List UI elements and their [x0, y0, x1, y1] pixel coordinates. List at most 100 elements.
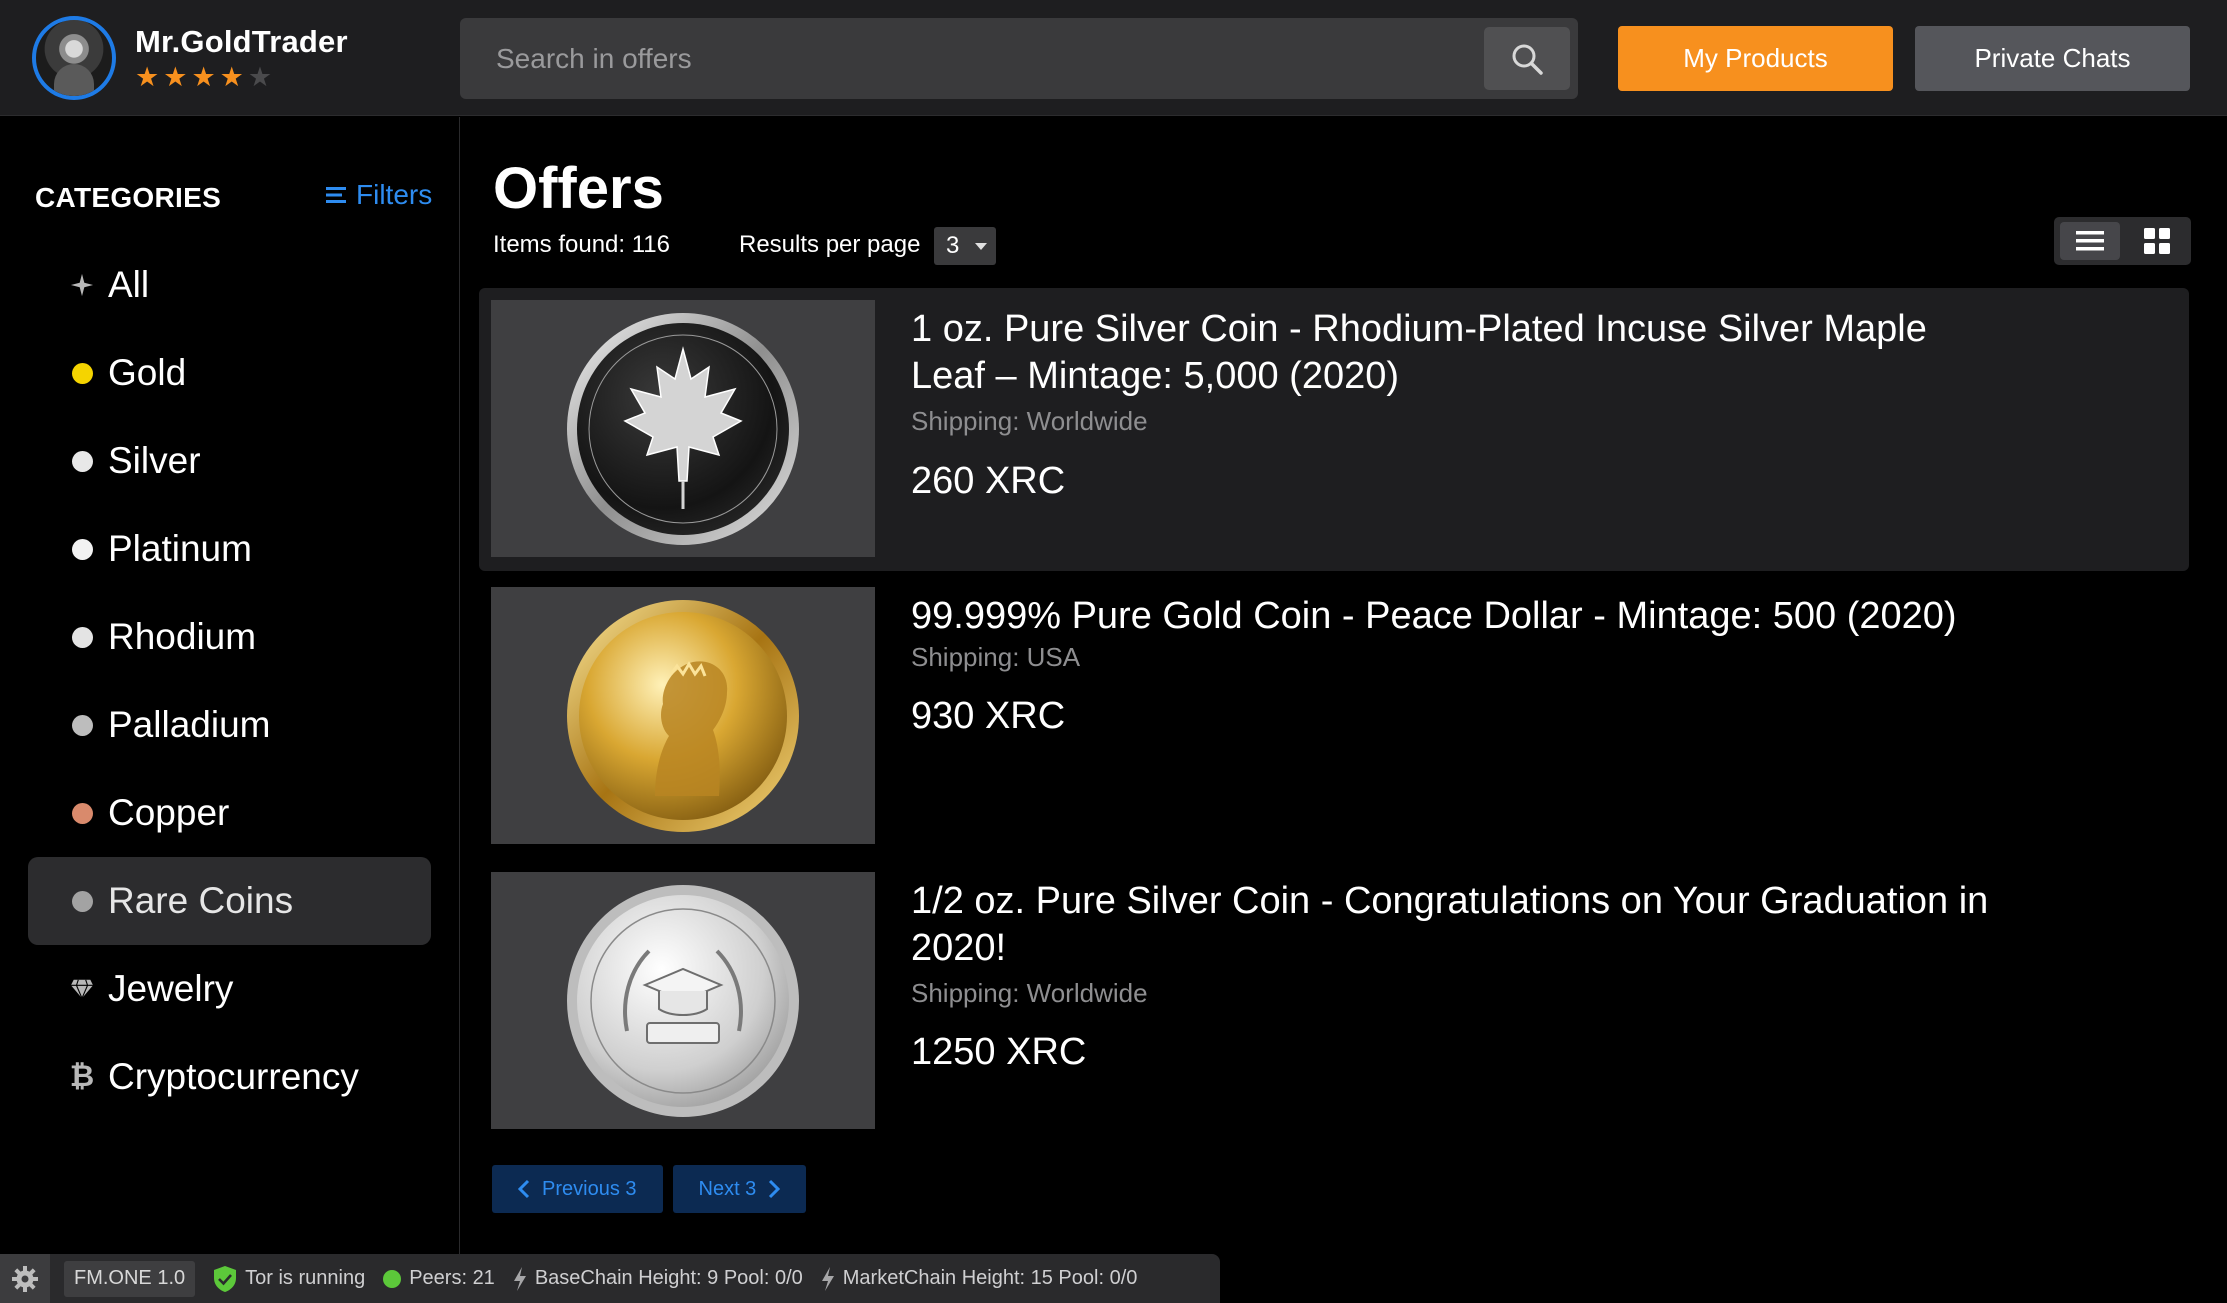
filters-label: Filters — [356, 179, 433, 210]
list-view-button[interactable] — [2060, 222, 2120, 260]
category-item-cryptocurrency[interactable]: ₿ Cryptocurrency — [28, 1033, 431, 1121]
marketchain-status: MarketChain Height: 15 Pool: 0/0 — [821, 1266, 1138, 1291]
chevron-right-icon — [769, 1179, 781, 1199]
silver-maple-coin-image — [567, 312, 799, 545]
offer-image[interactable] — [491, 587, 875, 844]
category-item-gold[interactable]: Gold — [28, 329, 431, 417]
items-found-count: Items found: 116 — [493, 231, 670, 258]
peers-count: Peers: 21 — [409, 1267, 495, 1289]
category-label: Jewelry — [108, 968, 234, 1009]
category-label: Rare Coins — [108, 880, 294, 921]
results-per-page-label: Results per page — [739, 231, 921, 258]
offer-card[interactable]: 99.999% Pure Gold Coin - Peace Dollar - … — [479, 575, 2189, 858]
offer-card[interactable]: 1 oz. Pure Silver Coin - Rhodium-Plated … — [479, 288, 2189, 571]
copper-dot-icon — [71, 802, 93, 824]
lightning-icon — [513, 1266, 526, 1291]
user-avatar[interactable] — [32, 16, 116, 100]
peers-status: Peers: 21 — [383, 1267, 495, 1290]
top-bar: Mr.GoldTrader ★ ★ ★ ★ ★ My Products Priv… — [0, 0, 2227, 116]
offers-panel: Offers Items found: 116 Results per page… — [461, 117, 2227, 1254]
offer-shipping: Shipping: Worldwide — [911, 406, 1148, 436]
search-icon — [1512, 44, 1543, 75]
star-icon: ★ — [219, 62, 244, 92]
settings-button[interactable] — [0, 1254, 50, 1303]
category-label: Silver — [108, 440, 201, 481]
category-label: All — [108, 264, 150, 305]
user-rating: ★ ★ ★ ★ ★ — [135, 62, 272, 92]
status-bar: FM.ONE 1.0 Tor is running Peers: 21 Base… — [0, 1254, 1220, 1303]
app-version: FM.ONE 1.0 — [64, 1260, 196, 1297]
search-bar — [460, 18, 1578, 99]
offer-image[interactable] — [491, 300, 875, 557]
offer-title[interactable]: 1 oz. Pure Silver Coin - Rhodium-Plated … — [911, 306, 2011, 400]
offer-shipping: Shipping: Worldwide — [911, 978, 1148, 1008]
bitcoin-icon: ₿ — [69, 1060, 95, 1093]
offer-card[interactable]: 1/2 oz. Pure Silver Coin - Congratulatio… — [479, 860, 2189, 1143]
tor-status-label: Tor is running — [245, 1267, 366, 1289]
category-sidebar: CATEGORIES Filters All Gold Silver Plati… — [0, 117, 460, 1254]
sparkle-icon — [70, 272, 94, 298]
view-mode-toggle — [2054, 217, 2191, 265]
caret-down-icon — [975, 243, 987, 250]
category-item-rare-coins[interactable]: Rare Coins — [28, 857, 431, 945]
peers-online-icon — [383, 1269, 402, 1288]
chevron-left-icon — [518, 1179, 530, 1199]
category-item-all[interactable]: All — [28, 241, 431, 329]
my-products-button[interactable]: My Products — [1618, 26, 1893, 91]
offer-image[interactable] — [491, 872, 875, 1129]
platinum-dot-icon — [71, 538, 93, 560]
lightning-icon — [821, 1266, 834, 1291]
basechain-status: BaseChain Height: 9 Pool: 0/0 — [513, 1266, 803, 1291]
next-page-button[interactable]: Next 3 — [672, 1165, 807, 1213]
silver-graduation-coin-image — [567, 884, 799, 1117]
username[interactable]: Mr.GoldTrader — [135, 24, 348, 60]
search-button[interactable] — [1484, 27, 1570, 90]
category-item-silver[interactable]: Silver — [28, 417, 431, 505]
star-icon: ★ — [135, 62, 160, 92]
gold-peace-dollar-coin-image — [567, 599, 799, 832]
category-label: Palladium — [108, 704, 271, 745]
category-item-palladium[interactable]: Palladium — [28, 681, 431, 769]
offer-title[interactable]: 99.999% Pure Gold Coin - Peace Dollar - … — [911, 593, 2011, 640]
star-empty-icon: ★ — [247, 62, 273, 92]
gold-dot-icon — [71, 362, 93, 384]
list-view-icon — [2076, 231, 2104, 251]
offer-title[interactable]: 1/2 oz. Pure Silver Coin - Congratulatio… — [911, 878, 2011, 972]
previous-page-label: Previous 3 — [542, 1177, 637, 1200]
palladium-dot-icon — [71, 714, 93, 736]
category-item-jewelry[interactable]: Jewelry — [28, 945, 431, 1033]
category-item-copper[interactable]: Copper — [28, 769, 431, 857]
category-item-rhodium[interactable]: Rhodium — [28, 593, 431, 681]
page-title: Offers — [493, 156, 664, 221]
results-per-page-select[interactable]: 3 — [934, 227, 996, 265]
offer-price: 930 XRC — [911, 695, 1066, 737]
star-icon: ★ — [163, 62, 188, 92]
shield-check-icon — [214, 1265, 237, 1292]
offer-price: 1250 XRC — [911, 1031, 1087, 1073]
marketchain-info: MarketChain Height: 15 Pool: 0/0 — [842, 1267, 1138, 1289]
rare-coins-dot-icon — [71, 890, 93, 912]
grid-view-button[interactable] — [2128, 222, 2186, 260]
results-per-page-value: 3 — [946, 232, 960, 259]
filter-lines-icon — [326, 187, 346, 203]
next-page-label: Next 3 — [698, 1177, 757, 1200]
offer-price: 260 XRC — [911, 460, 1066, 502]
offer-shipping: Shipping: USA — [911, 642, 1081, 672]
category-label: Platinum — [108, 528, 252, 569]
grid-view-icon — [2144, 228, 2170, 254]
category-label: Gold — [108, 352, 187, 393]
filters-button[interactable]: Filters — [326, 179, 432, 211]
private-chats-button[interactable]: Private Chats — [1915, 26, 2190, 91]
diamond-icon — [70, 978, 94, 1000]
category-label: Copper — [108, 792, 230, 833]
rhodium-dot-icon — [71, 626, 93, 648]
category-item-platinum[interactable]: Platinum — [28, 505, 431, 593]
category-label: Rhodium — [108, 616, 257, 657]
search-input[interactable] — [460, 18, 1480, 99]
tor-status: Tor is running — [213, 1265, 365, 1293]
categories-heading: CATEGORIES — [35, 182, 222, 213]
previous-page-button[interactable]: Previous 3 — [492, 1165, 663, 1213]
pagination: Previous 3 Next 3 — [492, 1165, 807, 1213]
star-icon: ★ — [191, 62, 216, 92]
category-list: All Gold Silver Platinum Rhodium Palladi… — [28, 241, 431, 1121]
